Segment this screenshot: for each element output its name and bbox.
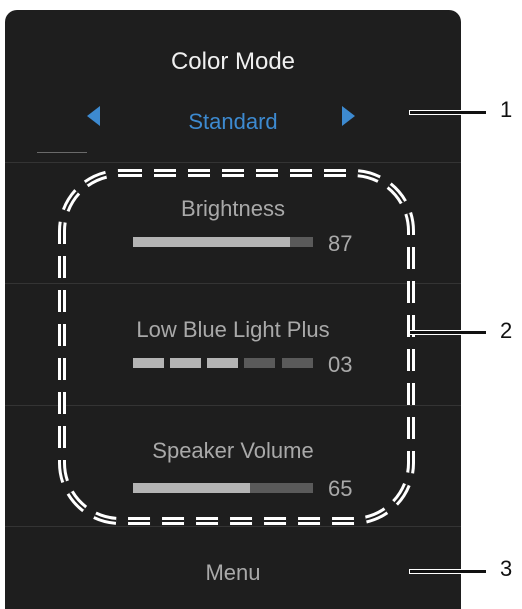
callout-label-3: 3: [500, 556, 513, 581]
callout-line-2: [410, 331, 486, 334]
callout-line-1: [410, 111, 486, 114]
callout-label-2: 2: [500, 318, 513, 343]
callout-line-3: [410, 570, 486, 573]
highlight-frame: [58, 169, 415, 525]
callout-label-1: 1: [500, 97, 513, 122]
annotated-osd-figure: Color Mode Standard Brightness 87 Low Bl…: [0, 0, 522, 609]
